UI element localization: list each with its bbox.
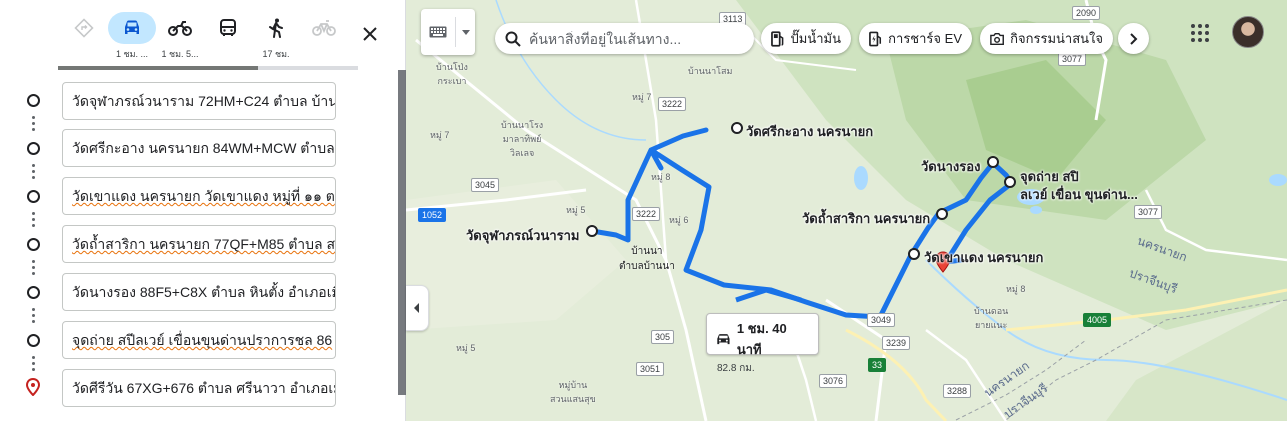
stop-input-5[interactable]: วัดนางรอง 88F5+C8X ตำบล หินตั้ง อำเภอเมื — [62, 273, 336, 311]
ev-charging-icon — [869, 31, 882, 46]
map-locality-label: หมู่ 5 — [456, 343, 476, 353]
mode-motorcycle[interactable]: 1 ชม. 5... — [156, 12, 204, 62]
travel-mode-bar: 1 ชม. ... 1 ชม. 5... 17 ชม. — [60, 12, 348, 68]
road-shield: 3045 — [471, 178, 500, 192]
waypoint-dot-icon — [27, 286, 40, 299]
road-shield: 3222 — [658, 97, 687, 111]
chip-ev-charging[interactable]: การชาร์จ EV — [859, 23, 972, 54]
camera-icon — [990, 32, 1004, 45]
vertical-scrollbar[interactable] — [398, 70, 406, 395]
directions-panel: 1 ชม. ... 1 ชม. 5... 17 ชม. วัดจุฬาภรณ์ว… — [0, 0, 406, 421]
map-locality-label: บ้านนา ตำบลบ้านนา — [619, 246, 675, 272]
mode-best-route[interactable] — [60, 12, 108, 62]
chips-next-button[interactable] — [1118, 23, 1149, 54]
connector-dots — [32, 260, 35, 278]
mode-walking[interactable]: 17 ชม. — [252, 12, 300, 62]
waypoint-dot-icon — [27, 142, 40, 155]
road-shield: 3076 — [819, 374, 848, 388]
road-shield: 305 — [651, 330, 675, 344]
connector-dots — [32, 212, 35, 230]
waypoint-dot-icon — [27, 190, 40, 203]
stop-input-destination[interactable]: วัดศีรีวัน 67XG+676 ตำบล ศรีนาวา อำเภอเม… — [62, 369, 336, 407]
waypoint-dot-icon — [27, 238, 40, 251]
map-locality-label: หมู่ 7 — [632, 92, 652, 102]
map-locality-label: หมู่ 8 — [651, 172, 671, 182]
waypoint-dot-icon — [27, 334, 40, 347]
chevron-left-icon — [414, 303, 419, 313]
chip-gas-stations[interactable]: ปั๊มน้ำมัน — [761, 23, 851, 54]
motorcycle-icon — [168, 21, 192, 36]
map-locality-label: บ้านนาโรง มาลาทิพย์ วิลเลจ — [501, 120, 544, 158]
best-route-icon — [74, 18, 94, 38]
connector-dots — [32, 164, 35, 182]
connector-dots — [32, 308, 35, 326]
road-shield: 3077 — [1058, 52, 1087, 66]
road-shield: 3049 — [867, 313, 896, 327]
route-duration: 1 ชม. 40 นาที — [736, 321, 787, 357]
map-locality-label: บ้านนาโสม — [688, 66, 733, 76]
keyboard-icon — [429, 26, 447, 38]
map-label-spillway-2: ลเวย์ เขื่อน ขุนด่าน... — [1020, 187, 1138, 202]
map-canvas[interactable]: 3113 2090 3222 3045 1052 3222 3077 3077 … — [406, 0, 1287, 421]
map-label-wat-khao-daeng[interactable]: วัดเขาแดง นครนายก — [924, 247, 1043, 268]
stop-input-1[interactable]: วัดจุฬาภรณ์วนาราม 72HM+C24 ตำบล บ้านพ — [62, 82, 336, 120]
road-shield: 3051 — [636, 362, 665, 376]
map-locality-label: หมู่ 6 — [669, 215, 689, 225]
map-locality-label: หมู่ 8 — [1006, 284, 1026, 294]
map-label-wat-sri-ka-ang[interactable]: วัดศรีกะอาง นครนายก — [746, 121, 873, 142]
road-shield: 4005 — [1083, 313, 1112, 327]
horizontal-scrollbar[interactable] — [58, 66, 358, 70]
transit-icon — [220, 19, 236, 36]
mode-bicycle[interactable] — [300, 12, 348, 62]
map-label-wat-nang-rong[interactable]: วัดนางรอง — [921, 156, 980, 177]
waypoint-dot-icon — [27, 94, 40, 107]
road-shield: 3239 — [882, 336, 911, 350]
gas-station-icon — [771, 30, 784, 47]
chevron-right-icon — [1129, 32, 1137, 45]
map-locality-label: หมู่ 5 — [566, 205, 586, 215]
stop-input-4[interactable]: วัดถ้ำสาริกา นครนายก 77QF+M85 ตำบล ส — [62, 225, 336, 263]
connector-dots — [32, 356, 35, 374]
close-directions-button[interactable] — [355, 20, 385, 48]
mode-driving[interactable]: 1 ชม. ... — [108, 12, 156, 62]
road-shield: 2090 — [1072, 6, 1101, 20]
road-shield: 3077 — [1134, 205, 1163, 219]
connector-dots — [32, 116, 35, 134]
road-shield: 1052 — [418, 208, 447, 222]
bicycle-icon — [312, 20, 336, 36]
car-icon — [717, 333, 730, 344]
map-label-wat-tham-sarika[interactable]: วัดถ้ำสาริกา นครนายก — [802, 208, 930, 229]
search-input[interactable] — [529, 30, 749, 47]
map-locality-label: หมู่บ้าน สวนแสนสุข — [550, 380, 596, 404]
google-apps-button[interactable] — [1188, 21, 1212, 45]
map-locality-label: หมู่ 7 — [430, 130, 450, 140]
map-label-wat-chulabhorn[interactable]: วัดจุฬาภรณ์วนาราม — [466, 225, 580, 246]
search-along-route[interactable] — [495, 23, 754, 54]
chip-things-to-do[interactable]: กิจกรรมน่าสนใจ — [980, 23, 1113, 54]
walking-icon — [269, 18, 283, 38]
stop-input-2[interactable]: วัดศรีกะอาง นครนายก 84WM+MCW ตำบล ห — [62, 129, 336, 167]
collapse-panel-button[interactable] — [406, 285, 429, 331]
dropdown-arrow-icon — [461, 29, 470, 35]
route-duration-callout[interactable]: 1 ชม. 40 นาที 82.8 กม. — [706, 313, 819, 374]
route-distance: 82.8 กม. — [717, 363, 755, 374]
map-locality-label: บ้านโป่ง กระเบา — [436, 62, 468, 86]
road-shield: 3288 — [943, 384, 972, 398]
road-shield: 3222 — [632, 207, 661, 221]
mode-transit[interactable] — [204, 12, 252, 62]
map-locality-label: บ้านดอน ยายแนะ — [974, 306, 1009, 330]
search-icon — [505, 31, 521, 47]
road-shield: 33 — [868, 358, 887, 372]
close-icon — [363, 27, 377, 41]
account-avatar[interactable] — [1232, 16, 1264, 48]
input-tools-button[interactable] — [421, 9, 475, 55]
stop-input-3[interactable]: วัดเขาแดง นครนายก วัดเขาแดง หมู่ที่ ๑๑ ต — [62, 177, 336, 215]
stop-input-6[interactable]: จุดถ่าย สปีลเวย์ เขื่อนขุนด่านปราการชล 8… — [62, 321, 336, 359]
destination-pin-icon — [26, 378, 40, 396]
car-icon — [125, 20, 139, 34]
